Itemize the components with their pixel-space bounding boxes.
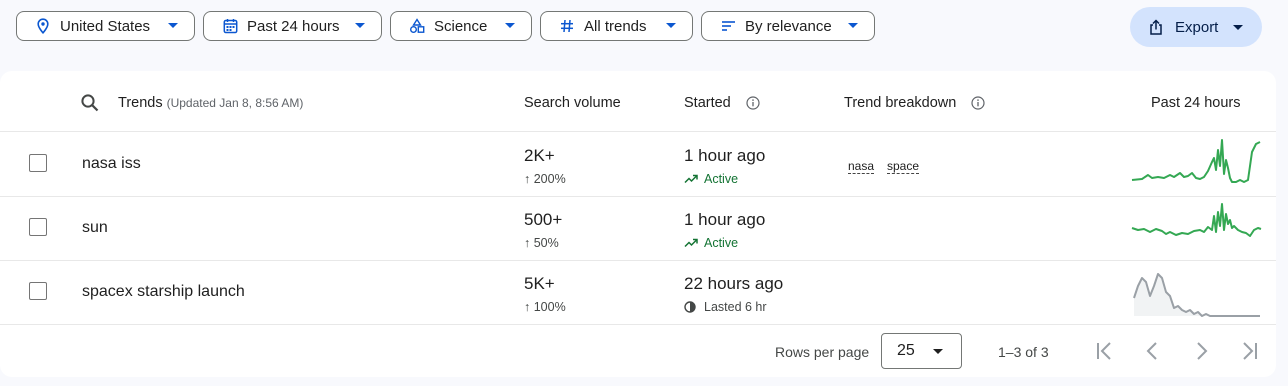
sort-icon: [719, 17, 737, 35]
category-filter[interactable]: Science: [390, 11, 532, 41]
calendar-icon: [221, 17, 239, 35]
rows-per-page-select[interactable]: 25: [881, 333, 962, 369]
trend-type-filter[interactable]: All trends: [540, 11, 693, 41]
rows-per-page-label: Rows per page: [775, 344, 870, 360]
row-checkbox[interactable]: [29, 282, 47, 300]
time-range-filter-label: Past 24 hours: [247, 17, 340, 35]
status-badge: Active: [684, 172, 738, 186]
previous-page-icon[interactable]: [1142, 340, 1164, 362]
status-label: Active: [704, 236, 739, 250]
search-volume: 500+: [524, 210, 563, 229]
sort-filter-label: By relevance: [745, 17, 832, 35]
sparkline-chart[interactable]: [1128, 138, 1262, 190]
volume-change: ↑ 200%: [524, 172, 566, 186]
search-icon[interactable]: [80, 93, 100, 113]
trends-header-label: Trends: [118, 95, 163, 111]
category-shapes-icon: [408, 17, 426, 35]
share-icon: [1148, 18, 1166, 36]
chevron-down-icon: [848, 23, 858, 28]
chevron-down-icon: [168, 23, 178, 28]
export-button[interactable]: Export: [1130, 7, 1262, 47]
started-time: 1 hour ago: [684, 210, 766, 229]
table-header: Trends (Updated Jan 8, 8:56 AM) Search vo…: [0, 71, 1276, 132]
started-header[interactable]: Started: [684, 95, 731, 111]
trending-up-icon: [684, 173, 698, 185]
volume-change: ↑ 100%: [524, 300, 566, 314]
info-icon[interactable]: [971, 96, 985, 110]
started-time: 22 hours ago: [684, 274, 784, 293]
status-badge: Active: [684, 236, 738, 250]
time-range-filter[interactable]: Past 24 hours: [203, 11, 382, 41]
trend-term[interactable]: nasa iss: [82, 155, 141, 173]
row-checkbox[interactable]: [29, 154, 47, 172]
breakdown-term[interactable]: space: [887, 160, 920, 174]
last-page-icon[interactable]: [1238, 340, 1260, 362]
chevron-down-icon: [666, 23, 676, 28]
trends-table: Trends (Updated Jan 8, 8:56 AM) Search vo…: [0, 71, 1276, 377]
trend-term[interactable]: sun: [82, 219, 108, 237]
chevron-down-icon: [933, 349, 943, 354]
volume-change: ↑ 50%: [524, 236, 559, 250]
export-label: Export: [1175, 18, 1219, 36]
rows-per-page-value: 25: [897, 342, 915, 359]
status-label: Lasted 6 hr: [704, 300, 767, 314]
search-volume: 5K+: [524, 274, 555, 293]
chevron-down-icon: [355, 23, 365, 28]
table-row[interactable]: sun 500+ ↑ 50% 1 hour ago Active: [0, 196, 1276, 261]
timer-icon: [684, 301, 698, 313]
trend-breakdown-header: Trend breakdown: [844, 95, 957, 111]
search-volume: 2K+: [524, 146, 555, 165]
sparkline-chart[interactable]: [1128, 202, 1262, 254]
started-time: 1 hour ago: [684, 146, 766, 165]
trend-type-filter-label: All trends: [584, 17, 647, 35]
location-filter-label: United States: [60, 17, 151, 35]
row-checkbox[interactable]: [29, 218, 47, 236]
trend-term[interactable]: spacex starship launch: [82, 283, 245, 301]
category-filter-label: Science: [434, 17, 488, 35]
hashtag-icon: [558, 17, 576, 35]
chevron-down-icon: [1233, 25, 1243, 30]
location-pin-icon: [34, 17, 52, 35]
trending-up-icon: [684, 237, 698, 249]
table-row[interactable]: spacex starship launch 5K+ ↑ 100% 22 hou…: [0, 260, 1276, 325]
table-row[interactable]: nasa iss 2K+ ↑ 200% 1 hour ago Active na…: [0, 132, 1276, 197]
search-volume-header[interactable]: Search volume: [524, 95, 621, 111]
sparkline-column-header: Past 24 hours: [1151, 95, 1241, 111]
pagination-range: 1–3 of 3: [998, 344, 1049, 360]
next-page-icon[interactable]: [1190, 340, 1212, 362]
info-icon[interactable]: [746, 96, 760, 110]
sparkline-chart[interactable]: [1128, 266, 1262, 318]
chevron-down-icon: [505, 23, 515, 28]
trends-column-header: Trends (Updated Jan 8, 8:56 AM): [118, 95, 303, 111]
sort-filter[interactable]: By relevance: [701, 11, 875, 41]
filter-bar: United States Past 24 hours Science All …: [0, 0, 1288, 56]
status-label: Active: [704, 172, 739, 186]
updated-timestamp: (Updated Jan 8, 8:56 AM): [166, 96, 304, 110]
pagination-bar: Rows per page 25 1–3 of 3: [0, 324, 1276, 377]
breakdown-term[interactable]: nasa: [848, 160, 875, 174]
first-page-icon[interactable]: [1094, 340, 1116, 362]
status-badge: Lasted 6 hr: [684, 300, 767, 314]
location-filter[interactable]: United States: [16, 11, 195, 41]
